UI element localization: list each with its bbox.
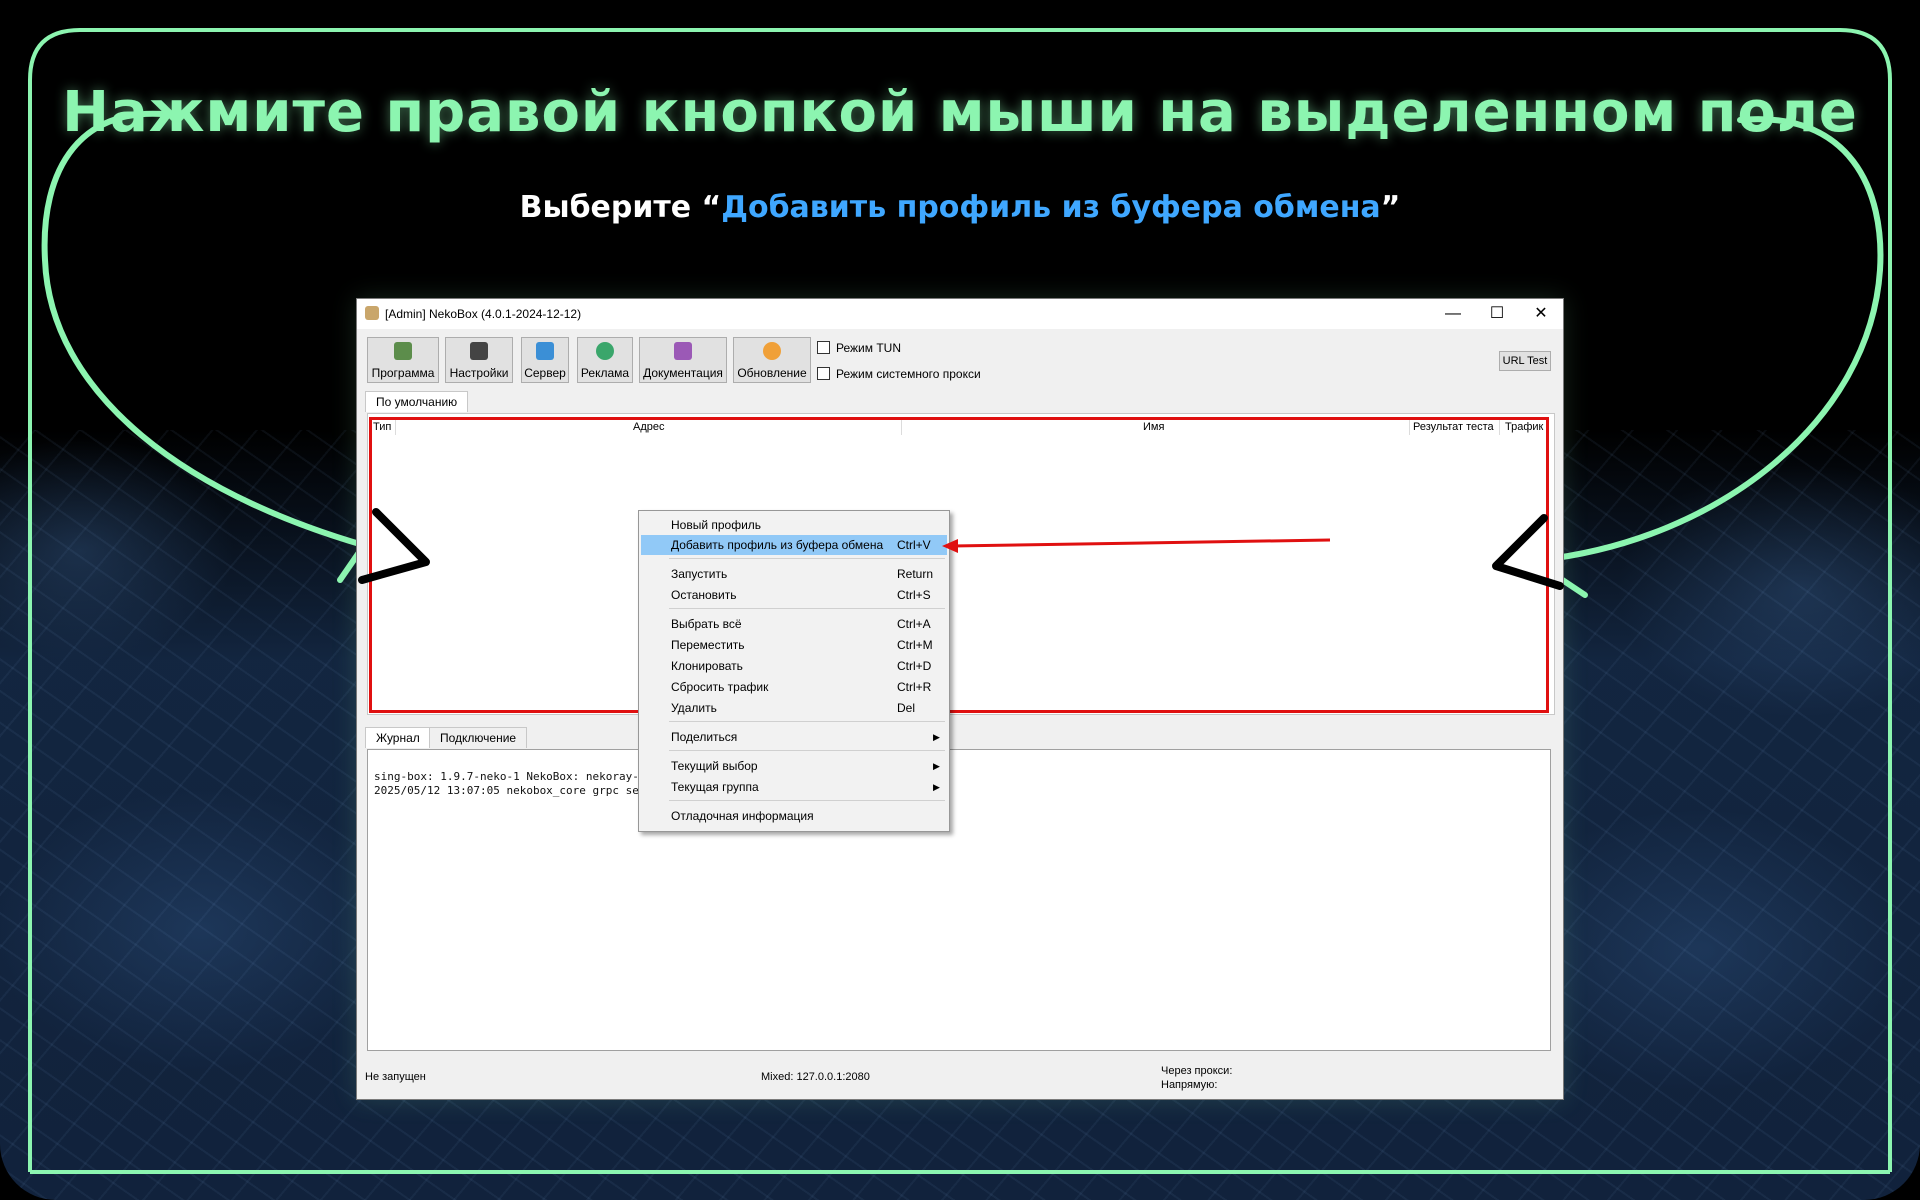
red-arrow-head [942,539,958,553]
left-chevron-icon [358,508,430,584]
poster-frame: Нажмите правой кнопкой мыши на выделенно… [0,0,1920,1200]
annotation-overlay [358,508,1564,590]
right-chevron-icon [1492,514,1564,590]
red-pointer-arrow [951,538,1331,548]
